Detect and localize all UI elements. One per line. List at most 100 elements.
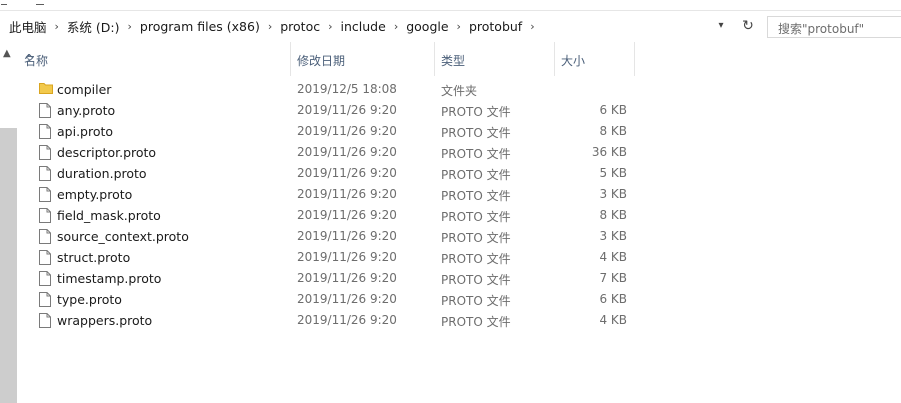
file-name[interactable]: descriptor.proto [57, 145, 156, 160]
file-icon [39, 313, 51, 331]
file-icon [39, 187, 51, 205]
chevron-right-icon[interactable]: › [388, 20, 404, 33]
file-icon [39, 103, 51, 121]
chevron-right-icon[interactable]: › [262, 20, 278, 33]
file-type: PROTO 文件 [441, 273, 511, 287]
file-size: 36 KB [591, 145, 627, 159]
file-type: PROTO 文件 [441, 189, 511, 203]
file-size: 5 KB [599, 166, 627, 180]
chevron-right-icon[interactable]: › [451, 20, 467, 33]
scroll-up-icon[interactable]: ▲ [3, 48, 11, 59]
breadcrumb: 此电脑 › 系统 (D:) › program files (x86) › pr… [7, 12, 541, 40]
breadcrumb-google[interactable]: google [404, 19, 450, 34]
file-row[interactable]: type.proto 2019/11/26 9:20 PROTO 文件 6 KB [17, 289, 901, 310]
search-placeholder: 搜索"protobuf" [778, 22, 865, 36]
file-size: 3 KB [599, 229, 627, 243]
refresh-icon[interactable]: ↻ [740, 17, 756, 35]
file-icon [39, 271, 51, 289]
file-date: 2019/11/26 9:20 [297, 208, 397, 222]
breadcrumb-this-pc[interactable]: 此电脑 [7, 17, 49, 36]
file-date: 2019/11/26 9:20 [297, 313, 397, 327]
file-row[interactable]: timestamp.proto 2019/11/26 9:20 PROTO 文件 7 … [17, 268, 901, 289]
file-size: 8 KB [599, 208, 627, 222]
nav-pane-scrollbar[interactable] [0, 128, 17, 403]
file-size: 4 KB [599, 250, 627, 264]
file-icon [39, 250, 51, 268]
file-row[interactable]: empty.proto 2019/11/26 9:20 PROTO 文件 3 KB [17, 184, 901, 205]
file-date: 2019/11/26 9:20 [297, 145, 397, 159]
chevron-right-icon[interactable]: › [322, 20, 338, 33]
file-icon [39, 229, 51, 247]
column-header-date-label: 修改日期 [297, 54, 346, 68]
file-name[interactable]: source_context.proto [57, 229, 189, 244]
file-row[interactable]: api.proto 2019/11/26 9:20 PROTO 文件 8 KB [17, 121, 901, 142]
address-bar[interactable]: 此电脑 › 系统 (D:) › program files (x86) › pr… [0, 12, 760, 40]
file-name[interactable]: wrappers.proto [57, 313, 152, 328]
file-type: PROTO 文件 [441, 294, 511, 308]
file-type: PROTO 文件 [441, 315, 511, 329]
column-header-size-label: 大小 [561, 54, 586, 68]
file-icon [39, 292, 51, 310]
file-date: 2019/11/26 9:20 [297, 187, 397, 201]
ribbon-mark [36, 4, 44, 5]
file-row[interactable]: any.proto 2019/11/26 9:20 PROTO 文件 6 KB [17, 100, 901, 121]
search-input[interactable]: 搜索"protobuf" [767, 16, 901, 38]
file-size: 7 KB [599, 271, 627, 285]
file-name[interactable]: empty.proto [57, 187, 132, 202]
file-type: PROTO 文件 [441, 147, 511, 161]
file-row[interactable]: wrappers.proto 2019/11/26 9:20 PROTO 文件 4 K… [17, 310, 901, 331]
file-name[interactable]: duration.proto [57, 166, 147, 181]
file-icon [39, 124, 51, 142]
file-icon [39, 166, 51, 184]
file-name[interactable]: any.proto [57, 103, 115, 118]
breadcrumb-program-files[interactable]: program files (x86) [138, 19, 262, 34]
file-date: 2019/11/26 9:20 [297, 292, 397, 306]
breadcrumb-drive-d[interactable]: 系统 (D:) [65, 17, 122, 36]
chevron-down-icon[interactable]: ▾ [714, 19, 728, 33]
file-name[interactable]: type.proto [57, 292, 122, 307]
breadcrumb-protobuf[interactable]: protobuf [467, 19, 524, 34]
column-header-name[interactable]: 名称 ^ [17, 42, 290, 76]
file-size: 6 KB [599, 103, 627, 117]
column-divider[interactable] [634, 42, 635, 76]
file-name[interactable]: timestamp.proto [57, 271, 161, 286]
file-row[interactable]: compiler 2019/12/5 18:08 文件夹 [17, 79, 901, 100]
ribbon-mark [1, 4, 7, 5]
file-row[interactable]: source_context.proto 2019/11/26 9:20 PROTO… [17, 226, 901, 247]
column-header-size[interactable]: 大小 [554, 42, 634, 76]
file-type: PROTO 文件 [441, 231, 511, 245]
file-name[interactable]: struct.proto [57, 250, 130, 265]
column-header-type[interactable]: 类型 [434, 42, 554, 76]
nav-pane-top: ▲ [0, 42, 17, 128]
file-name[interactable]: compiler [57, 82, 111, 97]
file-type: 文件夹 [441, 84, 478, 98]
column-header-type-label: 类型 [441, 54, 466, 68]
breadcrumb-include[interactable]: include [339, 19, 388, 34]
sort-ascending-icon: ^ [24, 52, 35, 66]
file-name[interactable]: field_mask.proto [57, 208, 161, 223]
file-type: PROTO 文件 [441, 126, 511, 140]
chevron-right-icon[interactable]: › [49, 20, 65, 33]
file-date: 2019/11/26 9:20 [297, 166, 397, 180]
file-type: PROTO 文件 [441, 252, 511, 266]
file-size: 8 KB [599, 124, 627, 138]
breadcrumb-protoc[interactable]: protoc [278, 19, 322, 34]
file-date: 2019/11/26 9:20 [297, 124, 397, 138]
file-list: compiler 2019/12/5 18:08 文件夹 any.proto 2019/… [17, 79, 901, 331]
file-type: PROTO 文件 [441, 105, 511, 119]
file-name[interactable]: api.proto [57, 124, 113, 139]
file-type: PROTO 文件 [441, 168, 511, 182]
chevron-right-icon[interactable]: › [524, 20, 540, 33]
file-row[interactable]: descriptor.proto 2019/11/26 9:20 PROTO 文件 3… [17, 142, 901, 163]
file-size: 6 KB [599, 292, 627, 306]
file-icon [39, 145, 51, 163]
file-type: PROTO 文件 [441, 210, 511, 224]
file-row[interactable]: duration.proto 2019/11/26 9:20 PROTO 文件 5 K… [17, 163, 901, 184]
folder-icon [39, 82, 53, 97]
column-header-date[interactable]: 修改日期 [290, 42, 434, 76]
chevron-right-icon[interactable]: › [122, 20, 138, 33]
column-header-row: 名称 ^ 修改日期 类型 大小 [17, 42, 901, 76]
file-date: 2019/11/26 9:20 [297, 103, 397, 117]
file-row[interactable]: field_mask.proto 2019/11/26 9:20 PROTO 文件 8… [17, 205, 901, 226]
file-row[interactable]: struct.proto 2019/11/26 9:20 PROTO 文件 4 KB [17, 247, 901, 268]
